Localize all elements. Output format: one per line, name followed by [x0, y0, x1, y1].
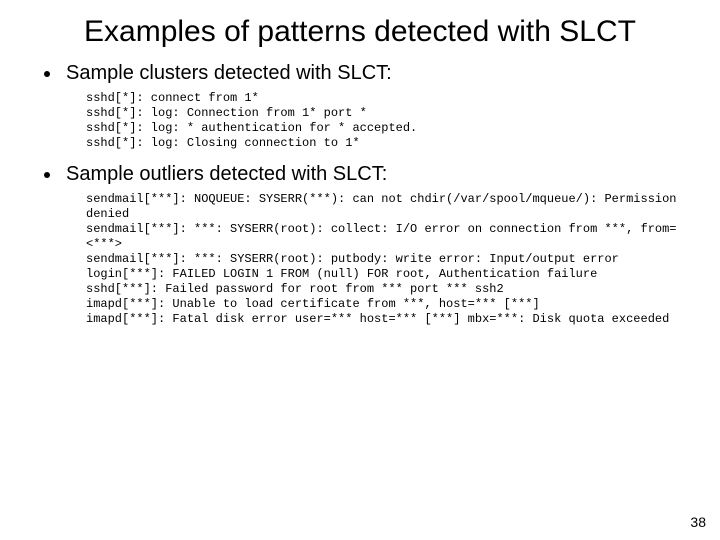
slide: Examples of patterns detected with SLCT …: [0, 0, 720, 540]
section-outliers: Sample outliers detected with SLCT:: [62, 163, 680, 186]
clusters-code-block: sshd[*]: connect from 1* sshd[*]: log: C…: [86, 91, 680, 151]
section-heading: Sample outliers detected with SLCT:: [66, 163, 387, 185]
section-clusters: Sample clusters detected with SLCT:: [62, 62, 680, 85]
content-list-2: Sample outliers detected with SLCT:: [40, 163, 680, 186]
page-number: 38: [690, 514, 706, 530]
outliers-code-block: sendmail[***]: NOQUEUE: SYSERR(***): can…: [86, 192, 680, 327]
slide-title: Examples of patterns detected with SLCT: [40, 14, 680, 50]
content-list: Sample clusters detected with SLCT:: [40, 62, 680, 85]
section-heading: Sample clusters detected with SLCT:: [66, 62, 392, 84]
